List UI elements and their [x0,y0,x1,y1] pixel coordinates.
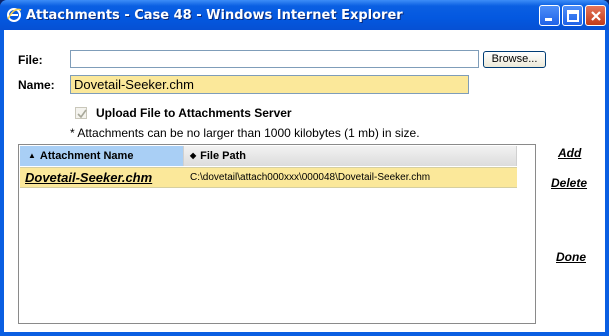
checkmark-icon [77,109,87,119]
upload-checkbox[interactable] [75,107,87,119]
done-link[interactable]: Done [556,250,586,264]
upload-checkbox-label: Upload File to Attachments Server [96,106,292,120]
internet-explorer-icon [6,7,22,23]
maximize-button[interactable] [562,5,583,26]
column-header-label: Attachment Name [39,150,134,162]
minimize-button[interactable] [539,5,560,26]
name-label: Name: [18,78,55,92]
minimize-icon [545,18,552,21]
name-field[interactable]: Dovetail-Seeker.chm [70,75,469,94]
column-header-attachment-name[interactable]: ▲ Attachment Name [20,146,184,166]
sort-asc-icon: ▲ [28,151,36,160]
grid-scrollbar-area [519,145,535,323]
close-icon [591,11,601,21]
dialog-content: File: Browse... Name: Dovetail-Seeker.ch… [4,30,605,332]
title-bar[interactable]: Attachments - Case 48 - Windows Internet… [0,0,609,30]
delete-link[interactable]: Delete [551,176,587,190]
file-input[interactable] [70,50,479,68]
attachments-grid: ▲ Attachment Name ◆ File Path Dovetail-See… [18,144,536,324]
size-note: * Attachments can be no larger than 1000… [70,126,420,140]
maximize-icon [567,10,579,22]
attachment-path-cell: C:\dovetail\attach000xxx\000048\Dovetail… [190,172,431,183]
browse-button[interactable]: Browse... [483,51,546,68]
file-label: File: [18,53,43,67]
sort-both-icon: ◆ [190,151,197,160]
table-row[interactable]: Dovetail-Seeker.chm C:\dovetail\attach00… [20,167,517,188]
browser-window: Attachments - Case 48 - Windows Internet… [0,0,609,336]
column-header-label: File Path [200,150,246,162]
attachment-name-link[interactable]: Dovetail-Seeker.chm [25,170,152,185]
column-header-file-path[interactable]: ◆ File Path [184,146,517,166]
close-button[interactable] [585,5,606,26]
window-frame-bottom [0,332,609,336]
add-link[interactable]: Add [558,146,581,160]
window-frame-right [605,30,609,336]
window-title: Attachments - Case 48 - Windows Internet… [26,8,403,23]
